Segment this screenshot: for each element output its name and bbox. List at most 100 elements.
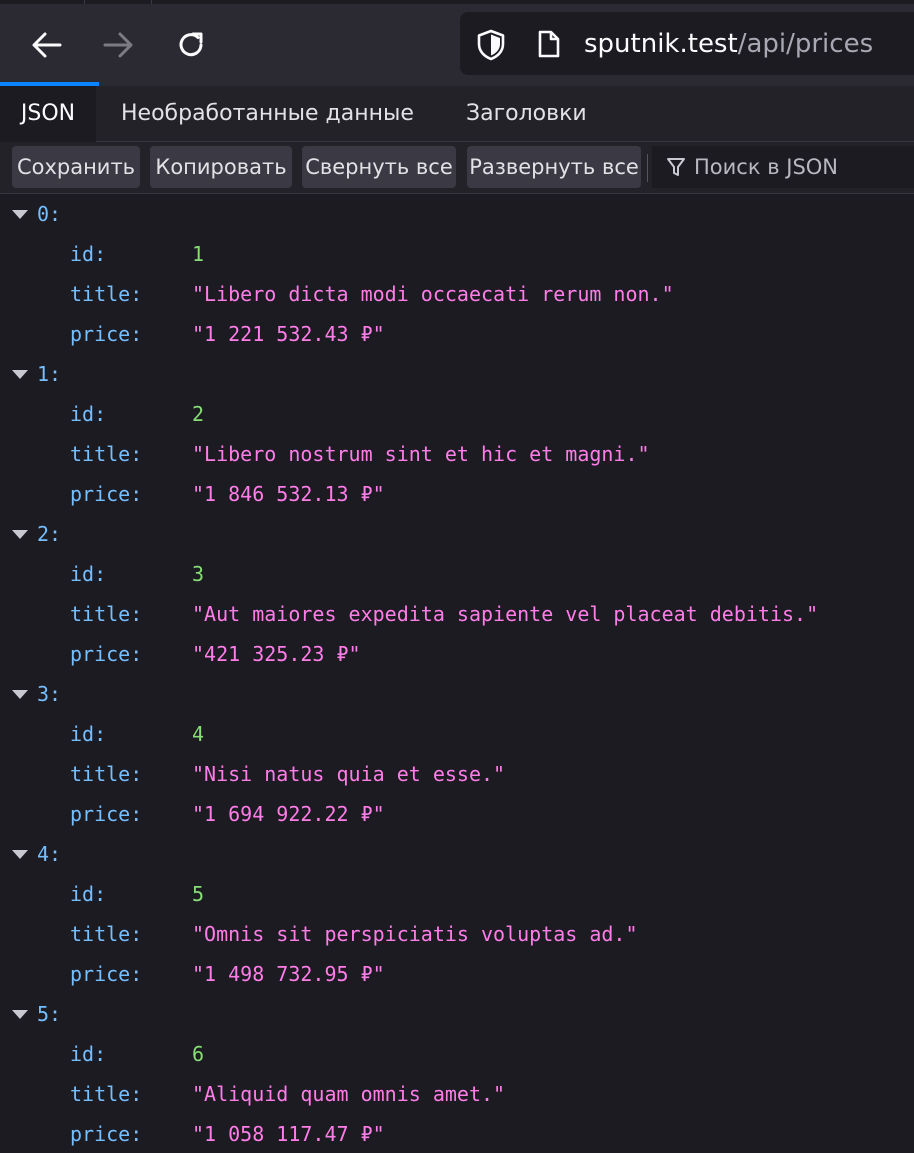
array-index: 0:	[37, 202, 62, 226]
property-value: 3	[192, 562, 205, 586]
property-row: title: "Omnis sit perspiciatis voluptas …	[0, 914, 914, 954]
property-value: "1 221 532.43 ₽"	[192, 322, 385, 346]
property-value: "Libero dicta modi occaecati rerum non."	[192, 282, 674, 306]
property-row: id: 2	[0, 394, 914, 434]
property-value: "1 058 117.47 ₽"	[192, 1122, 385, 1146]
property-value: 4	[192, 722, 205, 746]
expand-toggle-icon[interactable]	[12, 850, 28, 859]
property-key: title:	[70, 602, 143, 626]
property-value: "1 694 922.22 ₽"	[192, 802, 385, 826]
property-key: price:	[70, 322, 143, 346]
expand-toggle-icon[interactable]	[12, 210, 28, 219]
url-path: /api/prices	[737, 29, 874, 59]
property-value: "Omnis sit perspiciatis voluptas ad."	[192, 922, 638, 946]
back-button[interactable]	[22, 20, 72, 70]
tab-raw-data[interactable]: Необработанные данные	[121, 86, 414, 142]
property-key: price:	[70, 802, 143, 826]
property-row: title: "Aliquid quam omnis amet."	[0, 1074, 914, 1114]
tab-headers[interactable]: Заголовки	[466, 86, 587, 142]
property-key: price:	[70, 962, 143, 986]
property-key: title:	[70, 1082, 143, 1106]
reload-icon	[179, 32, 203, 57]
url-host: sputnik.test	[584, 29, 738, 59]
shield-icon[interactable]	[476, 29, 506, 61]
property-row: id: 4	[0, 714, 914, 754]
expand-toggle-icon[interactable]	[12, 690, 28, 699]
array-item-row[interactable]: 0:	[0, 194, 914, 234]
array-item-row[interactable]: 3:	[0, 674, 914, 714]
save-button[interactable]: Сохранить	[12, 146, 140, 188]
property-key: title:	[70, 442, 143, 466]
array-item-row[interactable]: 2:	[0, 514, 914, 554]
property-key: title:	[70, 282, 143, 306]
property-value: "1 498 732.95 ₽"	[192, 962, 385, 986]
property-value: "Aut maiores expedita sapiente vel place…	[192, 602, 819, 626]
arrow-right-icon	[103, 32, 133, 58]
property-key: title:	[70, 762, 143, 786]
property-value: 5	[192, 882, 205, 906]
property-key: id:	[70, 402, 107, 426]
arrow-left-icon	[32, 32, 62, 58]
json-tree: 0: id: 1 title: "Libero dicta modi occae…	[0, 194, 914, 1153]
property-row: id: 1	[0, 234, 914, 274]
expand-toggle-icon[interactable]	[12, 370, 28, 379]
url-text[interactable]: sputnik.test/api/prices	[584, 25, 873, 63]
property-value: "Aliquid quam omnis amet."	[192, 1082, 506, 1106]
page-icon[interactable]	[537, 29, 561, 59]
array-index: 2:	[37, 522, 62, 546]
json-filter[interactable]	[652, 146, 914, 188]
property-row: id: 3	[0, 554, 914, 594]
toolbar-divider	[647, 154, 648, 182]
property-value: 6	[192, 1042, 205, 1066]
property-key: id:	[70, 722, 107, 746]
property-row: price: "1 058 117.47 ₽"	[0, 1114, 914, 1153]
property-row: price: "1 498 732.95 ₽"	[0, 954, 914, 994]
property-row: price: "421 325.23 ₽"	[0, 634, 914, 674]
property-row: title: "Libero nostrum sint et hic et ma…	[0, 434, 914, 474]
property-row: price: "1 846 532.13 ₽"	[0, 474, 914, 514]
property-key: id:	[70, 1042, 107, 1066]
forward-button[interactable]	[93, 20, 143, 70]
property-value: "1 846 532.13 ₽"	[192, 482, 385, 506]
property-value: 1	[192, 242, 205, 266]
array-index: 5:	[37, 1002, 62, 1026]
copy-button[interactable]: Копировать	[150, 146, 292, 188]
viewer-tabs: JSON Необработанные данные Заголовки	[0, 86, 914, 142]
tab-json[interactable]: JSON	[0, 86, 96, 142]
reload-button[interactable]	[166, 20, 216, 70]
tab-strip-edge	[0, 0, 914, 4]
property-key: price:	[70, 1122, 143, 1146]
property-key: id:	[70, 562, 107, 586]
array-index: 4:	[37, 842, 62, 866]
property-value: "Libero nostrum sint et hic et magni."	[192, 442, 650, 466]
expand-all-button[interactable]: Развернуть все	[467, 146, 641, 188]
property-value: "Nisi natus quia et esse."	[192, 762, 506, 786]
array-item-row[interactable]: 1:	[0, 354, 914, 394]
property-value: "421 325.23 ₽"	[192, 642, 361, 666]
array-item-row[interactable]: 5:	[0, 994, 914, 1034]
array-index: 3:	[37, 682, 62, 706]
filter-icon	[667, 158, 685, 176]
property-row: title: "Libero dicta modi occaecati reru…	[0, 274, 914, 314]
property-row: title: "Aut maiores expedita sapiente ve…	[0, 594, 914, 634]
property-row: price: "1 694 922.22 ₽"	[0, 794, 914, 834]
property-row: title: "Nisi natus quia et esse."	[0, 754, 914, 794]
collapse-all-button[interactable]: Свернуть все	[302, 146, 456, 188]
json-toolbar: Сохранить Копировать Свернуть все Развер…	[0, 142, 914, 194]
property-key: price:	[70, 482, 143, 506]
property-value: 2	[192, 402, 205, 426]
array-item-row[interactable]: 4:	[0, 834, 914, 874]
browser-toolbar: sputnik.test/api/prices	[0, 0, 914, 86]
property-key: title:	[70, 922, 143, 946]
property-key: price:	[70, 642, 143, 666]
array-index: 1:	[37, 362, 62, 386]
property-key: id:	[70, 242, 107, 266]
expand-toggle-icon[interactable]	[12, 1010, 28, 1019]
property-key: id:	[70, 882, 107, 906]
address-bar[interactable]: sputnik.test/api/prices	[460, 12, 914, 75]
json-filter-input[interactable]	[694, 146, 909, 188]
property-row: id: 6	[0, 1034, 914, 1074]
property-row: id: 5	[0, 874, 914, 914]
property-row: price: "1 221 532.43 ₽"	[0, 314, 914, 354]
expand-toggle-icon[interactable]	[12, 530, 28, 539]
